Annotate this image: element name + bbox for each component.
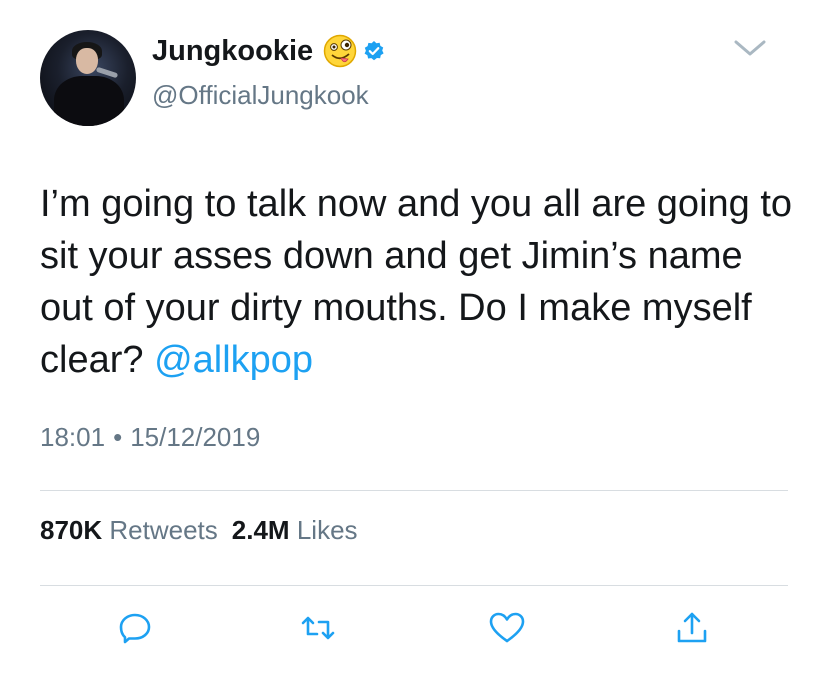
zany-face-emoji-icon <box>323 34 357 68</box>
reply-button[interactable] <box>115 608 155 648</box>
share-icon <box>677 612 707 643</box>
mention-link[interactable]: @allkpop <box>154 339 313 381</box>
like-button[interactable] <box>487 608 527 648</box>
share-button[interactable] <box>672 608 712 648</box>
likes-count: 2.4M <box>231 515 290 545</box>
divider <box>40 490 788 491</box>
display-name[interactable]: Jungkookie <box>152 35 313 68</box>
reply-icon <box>119 613 151 644</box>
divider <box>40 585 788 586</box>
likes-label: Likes <box>296 515 358 545</box>
retweet-button[interactable] <box>298 608 338 648</box>
retweets-label: Retweets <box>109 515 218 545</box>
tweet-date: 15/12/2019 <box>130 422 261 452</box>
retweet-icon <box>301 616 335 640</box>
author-name-row: Jungkookie <box>152 34 385 68</box>
likes-stat[interactable]: 2.4M Likes <box>232 515 358 545</box>
author-handle[interactable]: @OfficialJungkook <box>152 80 369 111</box>
timestamp-separator: • <box>113 422 123 452</box>
like-icon <box>489 612 525 643</box>
avatar[interactable] <box>40 30 136 126</box>
tweet-text: I’m going to talk now and you all are go… <box>40 178 800 386</box>
verified-badge-icon <box>364 41 384 61</box>
tweet-time: 18:01 <box>40 422 106 452</box>
retweets-stat[interactable]: 870K Retweets <box>40 515 218 545</box>
avatar-figure-face <box>76 48 98 74</box>
engagement-stats: 870K Retweets 2.4M Likes <box>40 515 358 546</box>
avatar-figure-body <box>54 76 124 126</box>
tweet-timestamp[interactable]: 18:01 • 15/12/2019 <box>40 422 260 453</box>
chevron-down-icon[interactable] <box>733 38 767 58</box>
tweet-body: I’m going to talk now and you all are go… <box>40 183 793 381</box>
retweets-count: 870K <box>40 515 103 545</box>
